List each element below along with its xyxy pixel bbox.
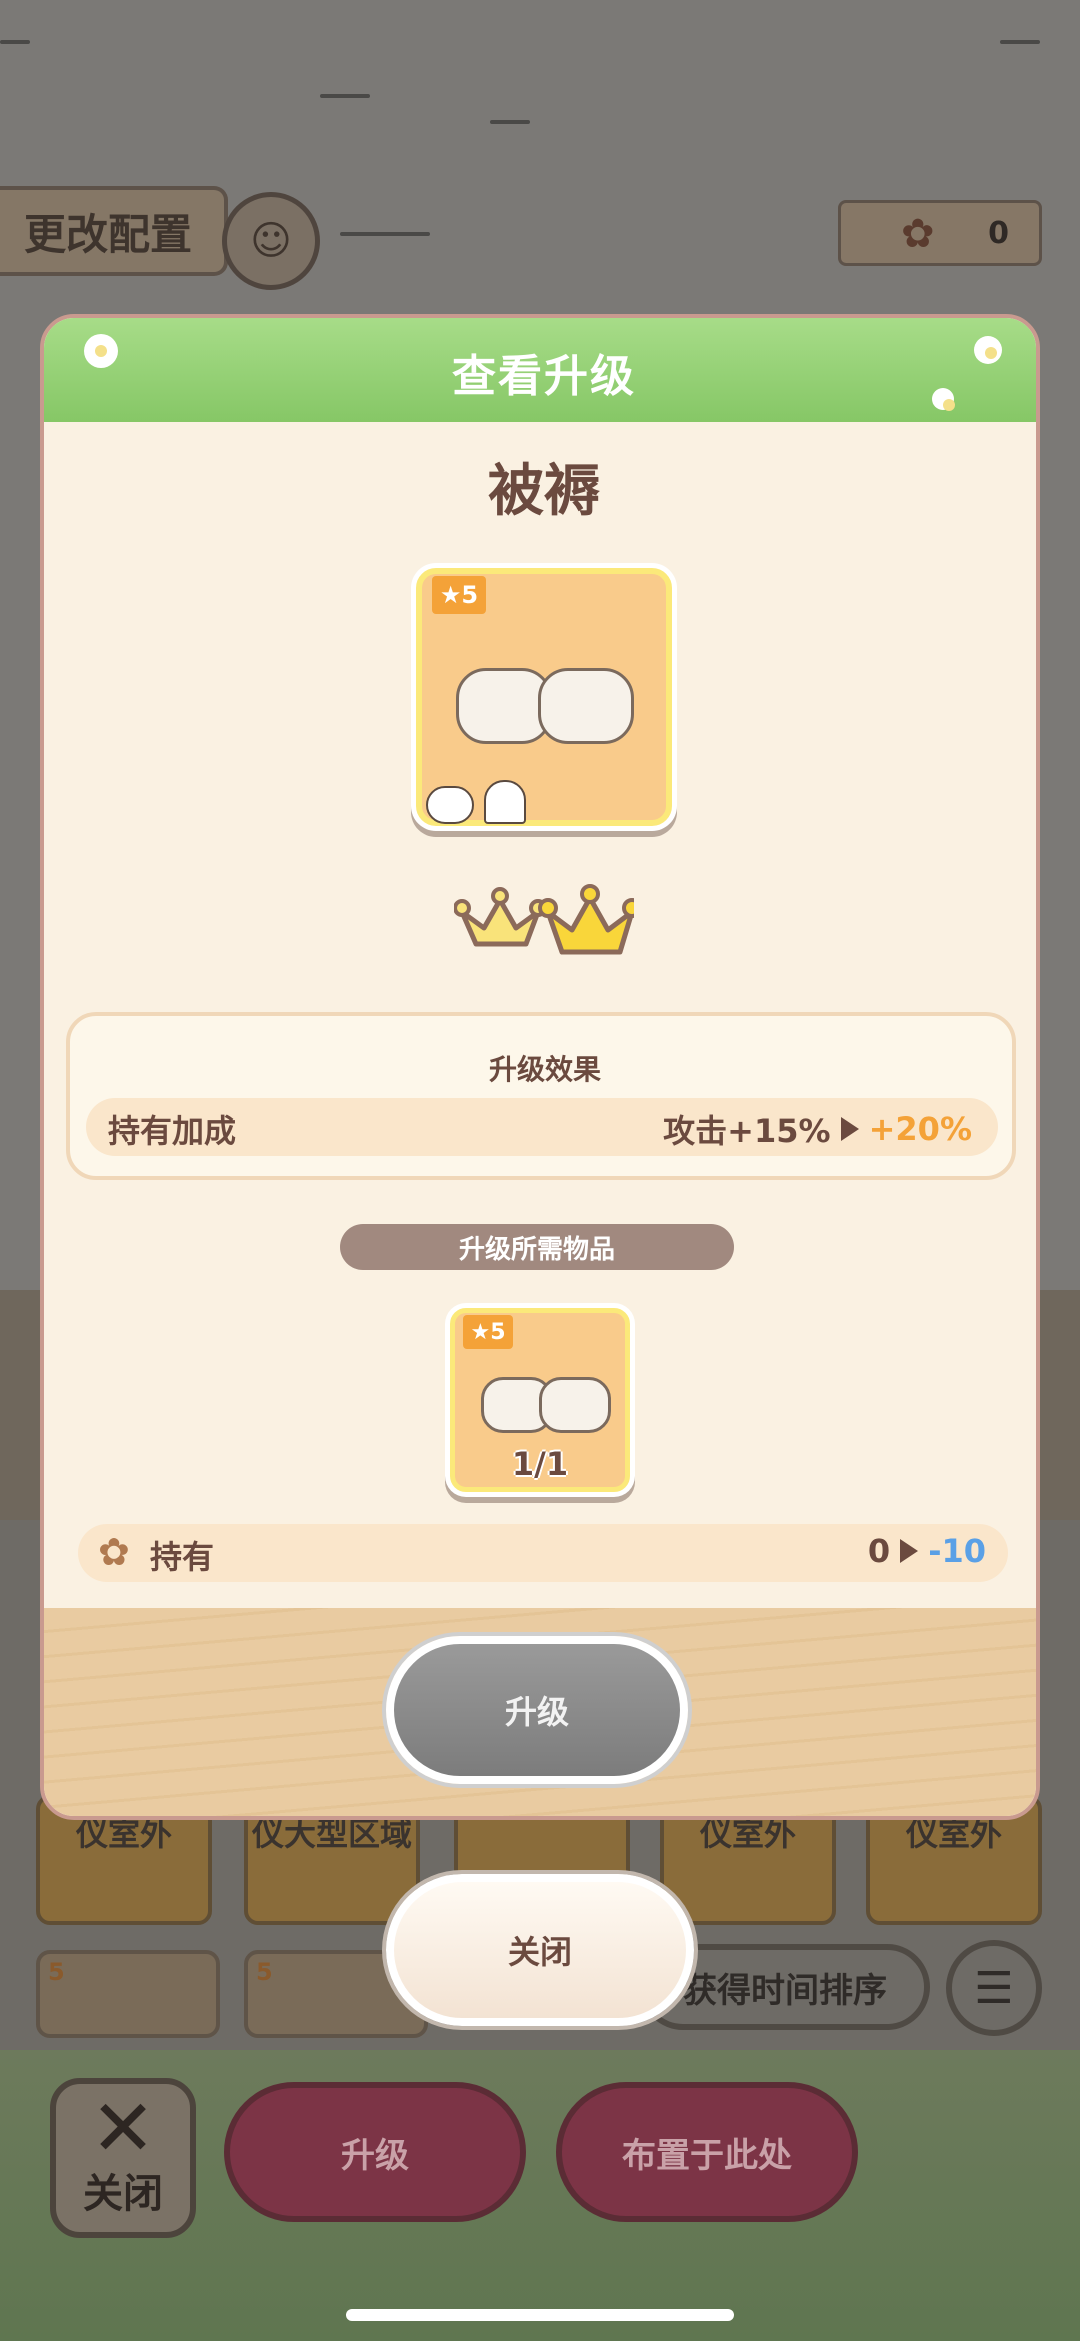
place-here-label: 布置于此处 — [622, 2135, 792, 2176]
effect-current: 攻击+15% — [663, 1112, 831, 1150]
required-item-card: ★ 5 1/1 — [450, 1308, 630, 1492]
crown-icon — [454, 887, 547, 947]
required-items-title: 升级所需物品 — [340, 1224, 734, 1270]
bone-icon: ✿ — [98, 1530, 130, 1574]
bottom-close-button[interactable]: ✕ 关闭 — [50, 2078, 196, 2238]
change-config-button[interactable]: 更改配置 — [0, 186, 228, 276]
star-count: 5 — [490, 1319, 506, 1345]
floor-line — [0, 40, 30, 44]
upgrade-button[interactable]: 升级 — [386, 1636, 688, 1784]
close-button[interactable]: 关闭 — [386, 1874, 694, 2026]
floor-line — [320, 94, 370, 98]
arrow-right-icon — [840, 1117, 859, 1141]
owned-current: 0 — [867, 1532, 891, 1570]
place-here-button[interactable]: 布置于此处 — [556, 2082, 858, 2222]
bottom-upgrade-button[interactable]: 升级 — [224, 2082, 526, 2222]
quilt-image — [539, 1377, 611, 1433]
upgrade-dialog: 查看升级 被褥 ★ 5 升级效果 持有加成 攻击+15% +20% 升级所需物品… — [40, 314, 1040, 1820]
lightbulb-icon[interactable]: ☺ — [222, 192, 320, 290]
cat-icon — [426, 786, 474, 824]
effect-label: 持有加成 — [108, 1112, 237, 1150]
upgrade-effect-title: 升级效果 — [488, 1053, 601, 1086]
star-count: 5 — [461, 581, 479, 609]
bone-icon: ✿ — [901, 211, 935, 257]
item-card: ★ 5 — [416, 568, 672, 826]
owned-value: 0 -10 — [868, 1532, 986, 1570]
home-indicator[interactable] — [346, 2309, 734, 2321]
quilt-image — [538, 668, 634, 744]
effect-row: 持有加成 攻击+15% +20% — [86, 1098, 998, 1156]
close-button-label: 关闭 — [507, 1933, 572, 1971]
upgrade-effect-panel: 升级效果 持有加成 攻击+15% +20% — [66, 1012, 1016, 1180]
owned-next: -10 — [928, 1532, 986, 1570]
star-badge: ★ 5 — [463, 1315, 513, 1349]
star-badge: 5 — [256, 1958, 273, 1986]
level-crowns — [454, 884, 634, 955]
star-badge: 5 — [48, 1958, 65, 1986]
star-badge: ★ 5 — [432, 576, 486, 614]
sort-by-time-label: 获得时间排序 — [683, 1970, 887, 2011]
change-config-label: 更改配置 — [24, 209, 193, 259]
crown-icon — [538, 884, 634, 955]
close-icon: ✕ — [90, 2084, 156, 2174]
resource-counter: ✿ 0 — [838, 200, 1042, 266]
required-item-count: 1/1 — [511, 1445, 569, 1483]
upgrade-button-label: 升级 — [504, 1693, 569, 1731]
owned-row: ✿ 持有 0 -10 — [78, 1524, 1008, 1582]
effect-next: +20% — [868, 1110, 972, 1148]
bottom-upgrade-label: 升级 — [341, 2135, 409, 2176]
effect-value: 攻击+15% +20% — [663, 1106, 972, 1152]
floor-line — [1000, 40, 1040, 44]
bottom-close-label: 关闭 — [83, 2171, 163, 2217]
grid-card[interactable]: 5 — [36, 1950, 220, 2038]
resource-count: 0 — [988, 215, 1009, 251]
arrow-right-icon — [900, 1539, 919, 1563]
ghost-icon — [484, 780, 526, 824]
dialog-title: 查看升级 — [452, 351, 636, 402]
owned-label: 持有 — [150, 1538, 215, 1576]
floor-line — [490, 120, 530, 124]
sort-icon[interactable]: ☰ — [946, 1940, 1042, 2036]
item-name: 被褥 — [488, 459, 600, 524]
floor-line — [340, 232, 430, 236]
